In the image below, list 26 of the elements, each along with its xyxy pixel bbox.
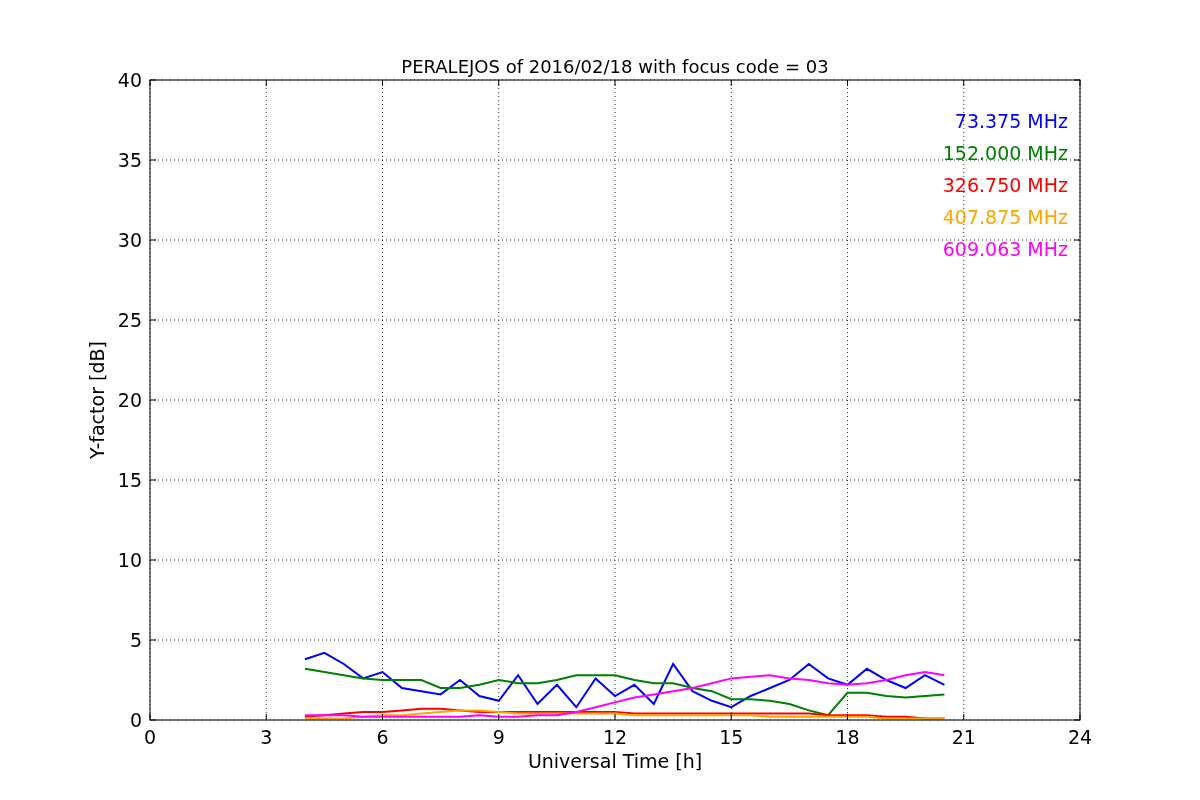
x-tick-label: 6 — [376, 726, 389, 748]
x-tick-label: 15 — [719, 726, 744, 748]
legend-label: 609.063 MHz — [942, 238, 1068, 260]
y-tick-label: 15 — [117, 469, 142, 491]
y-tick-label: 20 — [117, 389, 142, 411]
y-tick-label: 0 — [129, 709, 142, 731]
x-tick-label: 12 — [602, 726, 628, 748]
chart-title: PERALEJOS of 2016/02/18 with focus code = 03 — [401, 56, 829, 77]
x-tick-label: 18 — [835, 726, 860, 748]
legend-label: 407.875 MHz — [942, 206, 1068, 228]
x-tick-label: 21 — [951, 726, 976, 748]
y-tick-label: 35 — [117, 149, 142, 171]
y-axis-label: Y-factor [dB] — [86, 341, 108, 459]
y-tick-label: 10 — [117, 549, 142, 571]
x-axis-label: Universal Time [h] — [527, 750, 703, 772]
legend-label: 152.000 MHz — [942, 142, 1068, 164]
legend-label: 73.375 MHz — [954, 110, 1068, 132]
x-tick-label: 0 — [143, 726, 157, 748]
y-tick-label: 40 — [117, 69, 142, 91]
y-tick-label: 30 — [117, 229, 142, 251]
x-tick-label: 24 — [1067, 726, 1093, 748]
x-tick-label: 3 — [260, 726, 273, 748]
y-tick-label: 25 — [117, 309, 142, 331]
legend-label: 326.750 MHz — [942, 174, 1068, 196]
y-tick-label: 5 — [129, 629, 142, 651]
x-tick-label: 9 — [492, 726, 505, 748]
